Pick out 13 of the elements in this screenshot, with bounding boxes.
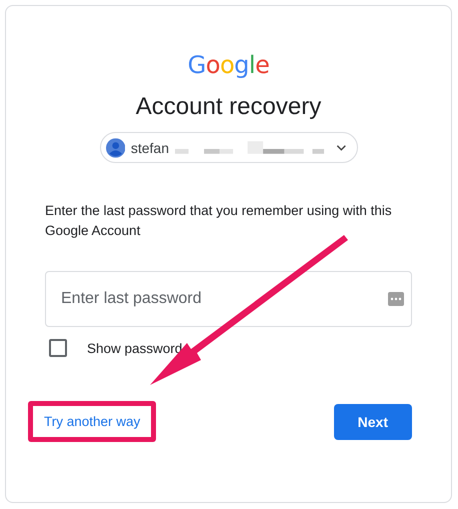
account-name: stefan (130, 140, 169, 156)
page-title: Account recovery (136, 92, 322, 122)
show-password-checkbox[interactable] (49, 339, 67, 357)
instruction-text: Enter the last password that you remember using with this Google Account (45, 202, 393, 240)
password-field[interactable]: Enter last password (45, 271, 412, 327)
logo: Google (188, 50, 270, 80)
account-chip[interactable]: stefan (100, 132, 358, 163)
try-another-way-link[interactable]: Try another way (33, 406, 152, 437)
password-manager-icon (388, 292, 404, 306)
show-password-label: Show password (87, 340, 182, 356)
caret-icon (336, 144, 346, 152)
next-button[interactable]: Next (334, 404, 412, 440)
avatar-icon (106, 138, 125, 158)
